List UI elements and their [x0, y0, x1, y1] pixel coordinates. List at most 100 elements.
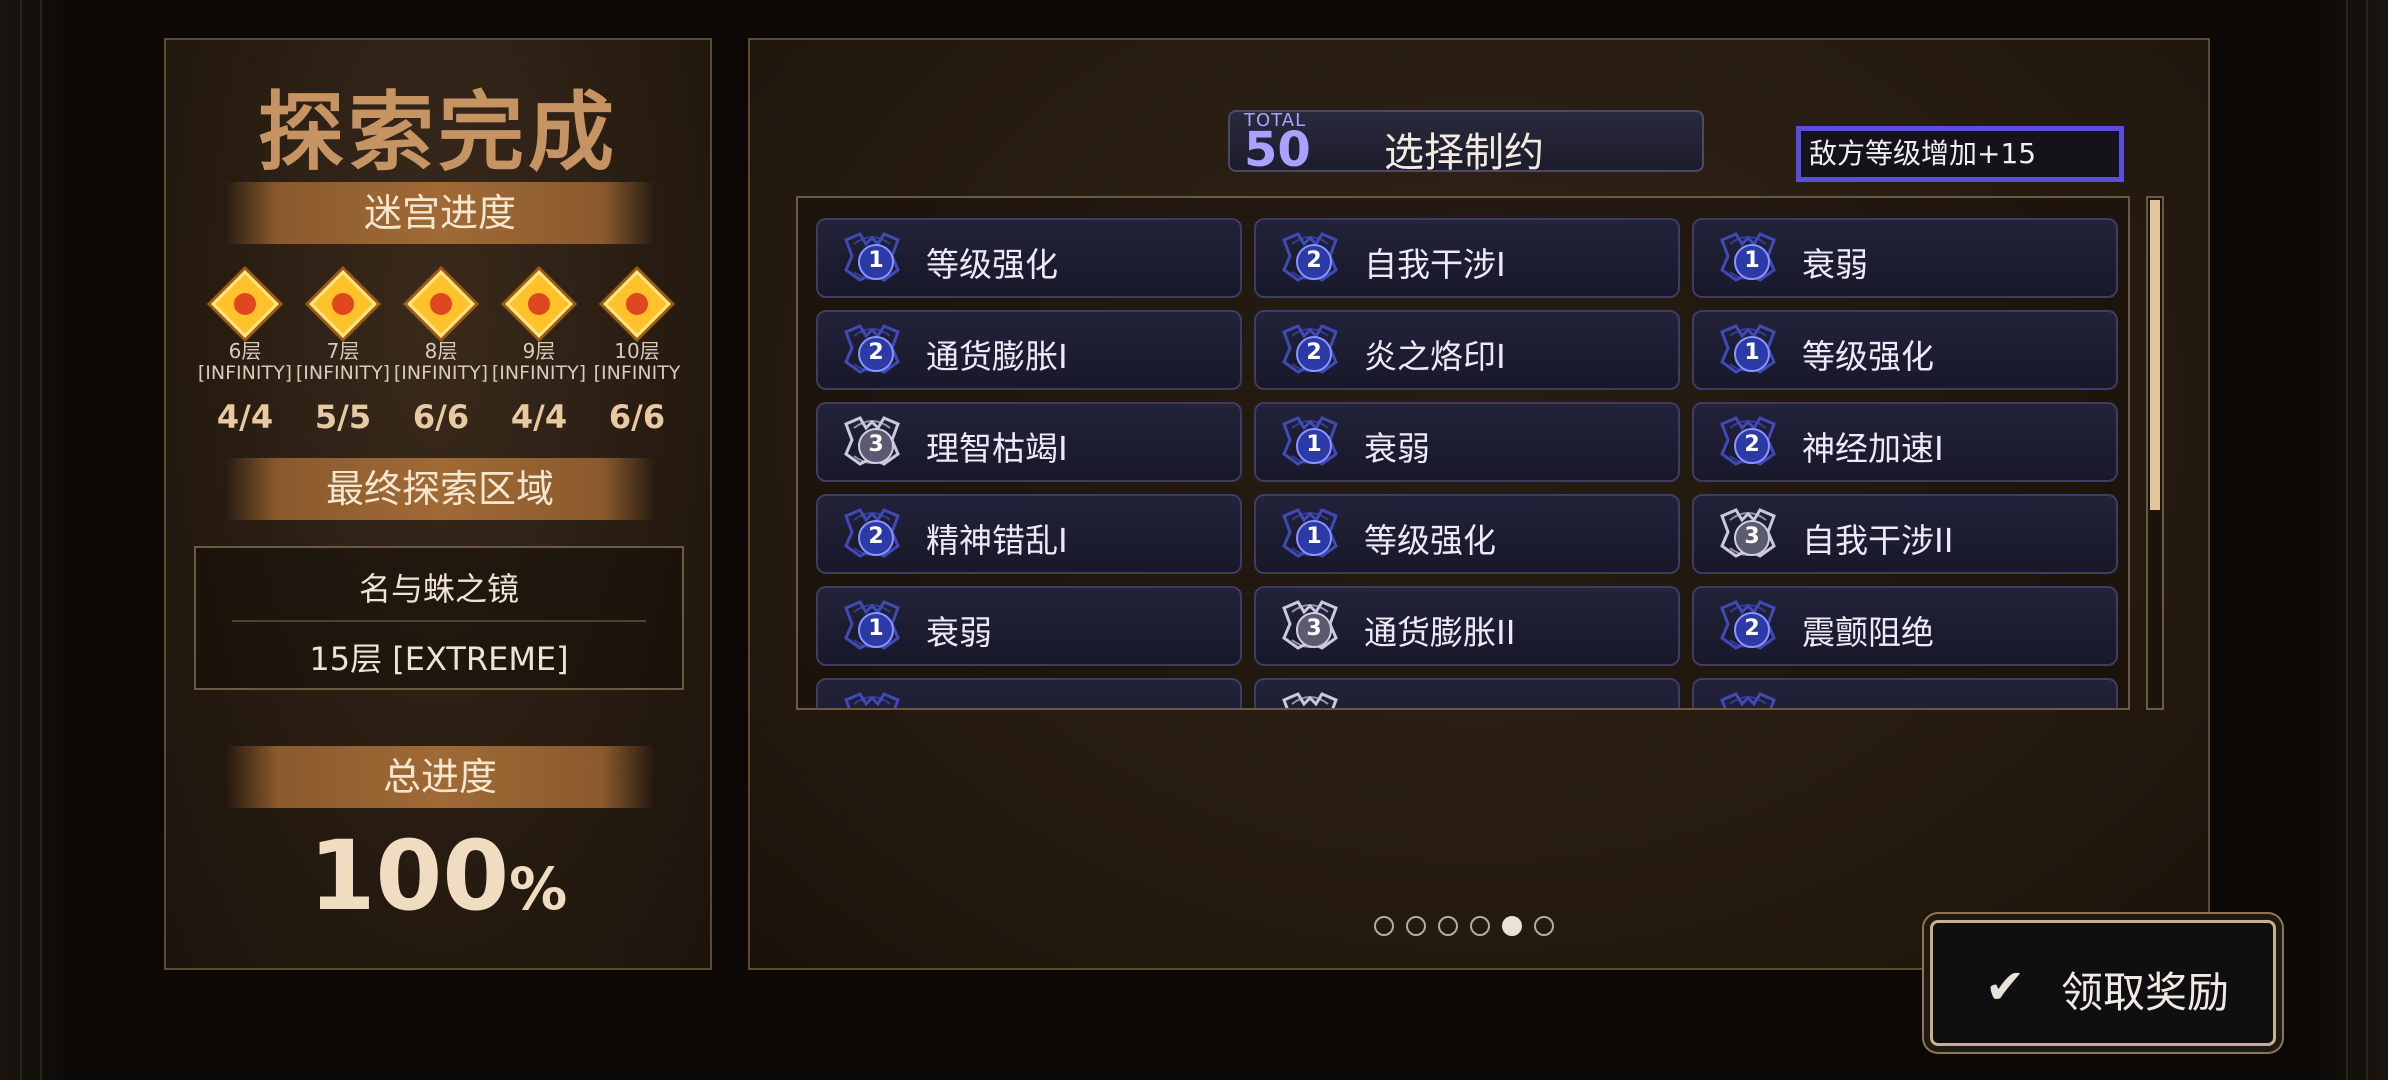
restriction-level-badge: 3: [1734, 520, 1770, 556]
page-dot[interactable]: [1534, 916, 1554, 936]
restriction-label: 神经加速I: [1802, 429, 1944, 468]
restriction-label: 精神错乱I: [926, 521, 1068, 560]
total-progress-value: 100%: [166, 820, 710, 932]
restriction-card[interactable]: 1 等级强化: [816, 218, 1242, 298]
restriction-label: 震颤阻绝: [1802, 613, 1934, 652]
restriction-level-badge: 1: [1296, 520, 1332, 556]
floor-count: 6/6: [412, 398, 470, 436]
exploration-summary-panel: 探索完成 迷宫进度 6层 [INFINITY] 4/4 7层 [INFINITY…: [164, 38, 712, 970]
diamond-medal-icon: [603, 270, 671, 338]
restriction-card[interactable]: 1 衰弱: [816, 586, 1242, 666]
restriction-card-partial[interactable]: [816, 678, 1242, 708]
floor-difficulty: [INFINITY: [593, 362, 681, 384]
restriction-card[interactable]: 1 衰弱: [1254, 402, 1680, 482]
restriction-level-badge: 3: [1296, 612, 1332, 648]
floor-number: 6层: [228, 339, 262, 363]
divider: [232, 620, 646, 622]
claim-reward-button[interactable]: ✔ 领取奖励: [1930, 920, 2276, 1046]
page-title: 探索完成: [258, 83, 618, 183]
diamond-medal-icon: [407, 270, 475, 338]
restriction-card[interactable]: 3 通货膨胀II: [1254, 586, 1680, 666]
restriction-label: 等级强化: [1364, 521, 1496, 560]
restriction-label: 自我干涉I: [1364, 245, 1506, 284]
restriction-emblem-icon: [840, 690, 904, 708]
restriction-grid: 1 等级强化 2 自我干涉I 1 衰弱 2 通货膨胀I 2 炎之烙印I 1 等级强化 3 理智枯竭I 1 衰弱…: [816, 218, 2118, 708]
enemy-level-tooltip: 敌方等级增加+15: [1796, 126, 2124, 182]
restriction-label: 等级强化: [926, 245, 1058, 284]
restriction-level-badge: 1: [858, 244, 894, 280]
restriction-level-badge: 1: [1734, 244, 1770, 280]
diamond-medal-icon: [309, 270, 377, 338]
restriction-label: 理智枯竭I: [926, 429, 1068, 468]
restriction-card[interactable]: 2 精神错乱I: [816, 494, 1242, 574]
restriction-label: 衰弱: [1802, 245, 1868, 284]
scrollbar-thumb[interactable]: [2150, 200, 2160, 510]
restriction-label: 通货膨胀II: [1364, 613, 1516, 652]
restriction-list[interactable]: 1 等级强化 2 自我干涉I 1 衰弱 2 通货膨胀I 2 炎之烙印I 1 等级强化 3 理智枯竭I 1 衰弱…: [796, 196, 2130, 710]
floor-number: 7层: [326, 339, 360, 363]
diamond-medal-icon: [505, 270, 573, 338]
restriction-level-badge: 2: [858, 520, 894, 556]
diamond-medal-icon: [211, 270, 279, 338]
page-dot[interactable]: [1502, 916, 1522, 936]
floor-count: 4/4: [216, 398, 274, 436]
restriction-level-badge: 2: [1296, 336, 1332, 372]
floor-item: 6层 [INFINITY] 4/4: [196, 262, 294, 436]
final-area-name: 名与蛛之镜: [358, 570, 519, 608]
final-area-floor: 15层 [EXTREME]: [309, 640, 569, 678]
restriction-card[interactable]: 2 炎之烙印I: [1254, 310, 1680, 390]
floor-count: 6/6: [608, 398, 666, 436]
restriction-card[interactable]: 2 通货膨胀I: [816, 310, 1242, 390]
restriction-card[interactable]: 3 理智枯竭I: [816, 402, 1242, 482]
restriction-card[interactable]: 3 自我干涉II: [1692, 494, 2118, 574]
floor-item: 8层 [INFINITY] 6/6: [392, 262, 490, 436]
restriction-card-partial[interactable]: [1254, 678, 1680, 708]
floor-difficulty: [INFINITY]: [491, 362, 587, 384]
restriction-level-badge: 2: [1296, 244, 1332, 280]
restriction-level-badge: 1: [1734, 336, 1770, 372]
floor-number: 9层: [522, 339, 556, 363]
claim-reward-label: 领取奖励: [2061, 968, 2230, 1017]
restriction-card[interactable]: 2 自我干涉I: [1254, 218, 1680, 298]
restriction-card[interactable]: 2 震颤阻绝: [1692, 586, 2118, 666]
restriction-card[interactable]: 2 神经加速I: [1692, 402, 2118, 482]
restriction-level-badge: 3: [858, 428, 894, 464]
page-dot[interactable]: [1374, 916, 1394, 936]
restriction-card-partial[interactable]: [1692, 678, 2118, 708]
restriction-label: 衰弱: [926, 613, 992, 652]
list-scrollbar[interactable]: [2146, 196, 2164, 710]
select-restriction-label: 选择制约: [1384, 130, 1544, 176]
floor-difficulty: [INFINITY]: [393, 362, 489, 384]
total-progress-banner: 总进度: [226, 746, 654, 808]
restriction-panel: TOTAL 50 选择制约 敌方等级增加+15 1 等级强化 2 自我干涉I 1 衰弱 2 通…: [748, 38, 2210, 970]
page-dot[interactable]: [1406, 916, 1426, 936]
restriction-card[interactable]: 1 等级强化: [1254, 494, 1680, 574]
final-area-box: 名与蛛之镜 15层 [EXTREME]: [194, 546, 684, 690]
floor-item: 9层 [INFINITY] 4/4: [490, 262, 588, 436]
floor-difficulty: [INFINITY]: [295, 362, 391, 384]
left-frame-edge: [0, 0, 80, 1080]
restriction-level-badge: 2: [1734, 612, 1770, 648]
restriction-card[interactable]: 1 等级强化: [1692, 310, 2118, 390]
floor-item: 10层 [INFINITY 6/6: [588, 262, 686, 436]
check-icon: ✔: [1985, 959, 2026, 1015]
restriction-header: TOTAL 50 选择制约: [1228, 110, 1704, 176]
restriction-label: 等级强化: [1802, 337, 1934, 376]
floor-count: 4/4: [510, 398, 568, 436]
final-area-banner: 最终探索区域: [226, 458, 654, 520]
floor-progress-list: 6层 [INFINITY] 4/4 7层 [INFINITY] 5/5 8层 […: [196, 262, 686, 436]
page-dot[interactable]: [1470, 916, 1490, 936]
restriction-emblem-icon: [1716, 690, 1780, 708]
restriction-level-badge: 1: [858, 612, 894, 648]
page-dot[interactable]: [1438, 916, 1458, 936]
total-progress-number: 100: [308, 820, 510, 932]
restriction-label: 衰弱: [1364, 429, 1430, 468]
floor-number: 10层: [614, 339, 660, 363]
right-frame-edge: [2308, 0, 2388, 1080]
restriction-emblem-icon: [1278, 690, 1342, 708]
restriction-label: 炎之烙印I: [1364, 337, 1506, 376]
restriction-card[interactable]: 1 衰弱: [1692, 218, 2118, 298]
floor-number: 8层: [424, 339, 458, 363]
page-indicator: [1374, 916, 1554, 936]
restriction-level-badge: 2: [1734, 428, 1770, 464]
